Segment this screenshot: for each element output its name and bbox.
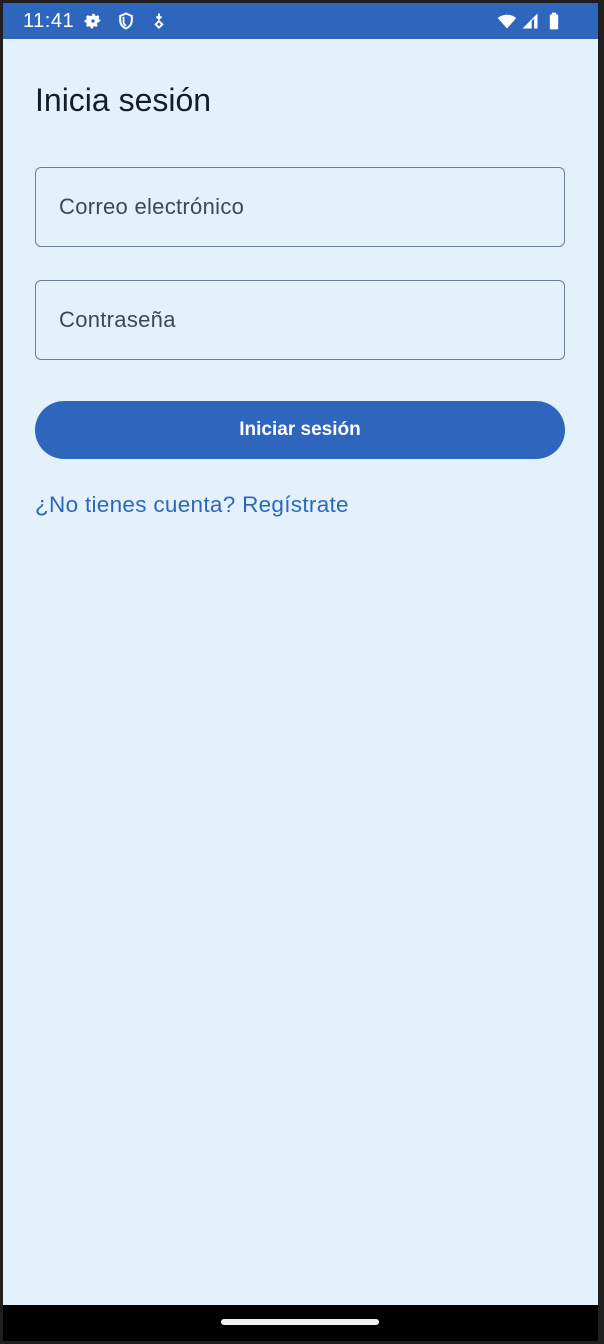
- login-button[interactable]: Iniciar sesión: [35, 401, 565, 459]
- shield-icon: [116, 11, 136, 31]
- register-link[interactable]: ¿No tienes cuenta? Regístrate: [35, 492, 349, 518]
- battery-icon: [544, 11, 564, 31]
- gear-icon: [83, 11, 103, 31]
- home-gesture-handle[interactable]: [221, 1319, 379, 1325]
- password-field[interactable]: Contraseña: [35, 280, 565, 360]
- email-field-placeholder: Correo electrónico: [59, 194, 245, 219]
- page-title: Inicia sesión: [35, 82, 212, 118]
- login-button-label: Iniciar sesión: [239, 419, 361, 440]
- wifi-icon: [497, 11, 517, 31]
- download-status-icon: [149, 11, 169, 31]
- login-screen: Inicia sesión Correo electrónico Contras…: [3, 39, 598, 1305]
- status-time: 11:41: [23, 10, 75, 32]
- navigation-bar: [3, 1305, 598, 1341]
- status-bar: 11:41: [3, 3, 598, 39]
- email-field[interactable]: Correo electrónico: [35, 167, 565, 247]
- password-field-placeholder: Contraseña: [59, 307, 176, 332]
- cell-signal-icon: [520, 11, 540, 31]
- app-screen: 11:41 Inicia sesión Correo electrónico C…: [0, 0, 604, 1344]
